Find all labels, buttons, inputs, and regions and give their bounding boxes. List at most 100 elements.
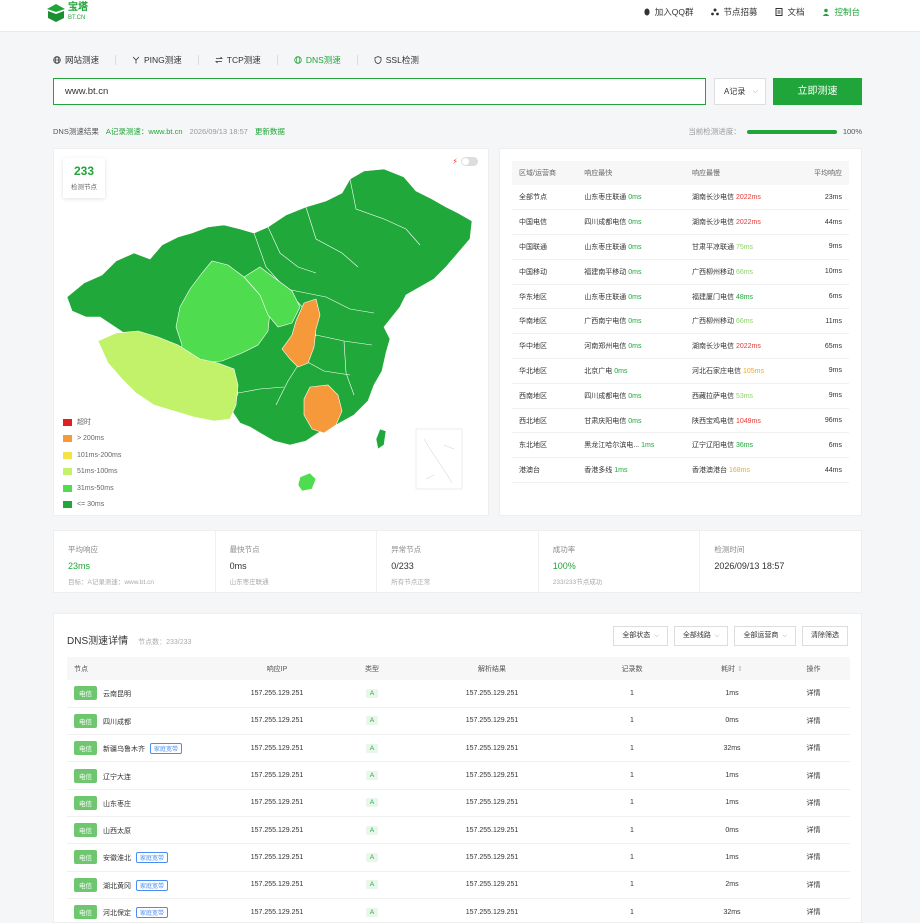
record-count: 1 (577, 789, 687, 817)
tab-dns[interactable]: DNS测速 (294, 53, 341, 67)
fastest-ms: 0ms (628, 268, 642, 276)
legend-item: <= 30ms (63, 497, 121, 514)
shield-icon (374, 56, 382, 64)
region-name: 华中地区 (512, 333, 578, 360)
region-row[interactable]: 华南地区 广西南宁电信 0ms 广西柳州移动 66ms 11ms (512, 308, 849, 335)
filter-label: 全部运营商 (743, 632, 779, 639)
details-link[interactable]: 详情 (777, 843, 850, 872)
nav-console-label: 控制台 (834, 7, 860, 17)
resolve-result: 157.255.129.251 (407, 898, 577, 923)
record-count: 1 (577, 871, 687, 899)
details-link[interactable]: 详情 (777, 789, 850, 817)
legend-swatch (63, 435, 72, 443)
region-row[interactable]: 港澳台 香港多线 1ms 香港澳港台 168ms 44ms (512, 457, 849, 484)
filter-status[interactable]: 全部状态 ⌵ (613, 626, 668, 646)
region-row[interactable]: 东北地区 黑龙江哈尔滨电... 1ms 辽宁辽阳电信 36ms 6ms (512, 432, 849, 459)
details-link[interactable]: 详情 (777, 816, 850, 845)
record-type-badge: A (365, 880, 379, 890)
slowest-cell: 广西柳州移动 66ms (684, 308, 796, 335)
resolve-result: 157.255.129.251 (407, 843, 577, 872)
col-time[interactable]: 耗时 ⇕ (687, 657, 777, 680)
broadband-tag: 家庭宽带 (136, 852, 169, 864)
network-icon (711, 8, 720, 16)
map-region-taiwan[interactable] (375, 428, 387, 450)
filter-line[interactable]: 全部线路 ⌵ (673, 626, 729, 646)
slowest-node: 西藏拉萨电信 (691, 392, 734, 400)
domain-input[interactable]: www.bt.cn (53, 78, 706, 105)
region-row[interactable]: 西北地区 甘肃庆阳电信 0ms 陕西宝鸡电信 1049ms 96ms (512, 408, 849, 434)
filter-isp[interactable]: 全部运营商 ⌵ (734, 626, 796, 646)
details-link[interactable]: 详情 (777, 898, 850, 923)
slowest-ms: 53ms (735, 392, 754, 400)
clear-filter-button[interactable]: 清除筛选 (802, 626, 848, 646)
isp-badge: 电信 (74, 850, 97, 865)
details-link[interactable]: 详情 (777, 707, 850, 736)
progress-area: 当前检测进度： 100% (688, 126, 862, 137)
response-ip: 157.255.129.251 (217, 898, 337, 923)
col-fastest: 响应最快 (577, 161, 685, 185)
details-link[interactable]: 详情 (777, 734, 850, 763)
region-name: 华东地区 (512, 284, 578, 310)
sort-icon[interactable]: ⇕ (737, 666, 743, 673)
record-type-badge: A (365, 716, 379, 726)
details-link[interactable]: 详情 (777, 761, 850, 790)
stat-fastest-node: 最快节点 0ms 山东枣庄联通 (216, 531, 378, 592)
tab-label: SSL检测 (385, 55, 419, 65)
col-region: 区域/运营商 (512, 161, 578, 185)
slowest-node: 湖南长沙电信 (691, 343, 734, 351)
fastest-ms: 0ms (628, 293, 642, 301)
legend-label: 超时 (77, 419, 91, 427)
region-row[interactable]: 华中地区 河南郑州电信 0ms 湖南长沙电信 2022ms 65ms (512, 333, 849, 360)
resolve-result: 157.255.129.251 (407, 816, 577, 845)
map-region-hainan[interactable] (297, 472, 317, 492)
region-row[interactable]: 西南地区 四川成都电信 0ms 西藏拉萨电信 53ms 9ms (512, 383, 849, 409)
region-row[interactable]: 中国电信 四川成都电信 0ms 湖南长沙电信 2022ms 44ms (512, 209, 849, 236)
toggle-switch[interactable] (461, 157, 478, 166)
nav-node-recruit[interactable]: 节点招募 (711, 6, 757, 18)
table-row: 电信 四川成都 157.255.129.251 A 157.255.129.251 1 0m… (67, 707, 850, 736)
region-row[interactable]: 全部节点 山东枣庄联通 0ms 湖南长沙电信 2022ms 23ms (512, 185, 849, 211)
isp-badge: 电信 (74, 905, 97, 920)
legend-item: 超时 (63, 414, 121, 431)
fastest-node: 福建南平移动 (584, 268, 627, 276)
nav-docs[interactable]: 文档 (775, 6, 804, 18)
type-cell: A (337, 843, 407, 872)
tab-tcp[interactable]: TCP测速 (214, 53, 261, 67)
region-row[interactable]: 中国联通 山东枣庄联通 0ms 甘肃平凉联通 75ms 9ms (512, 234, 849, 260)
average-ms: 44ms (795, 209, 849, 236)
record-type-badge: A (365, 798, 379, 808)
logo-sub: BT.CN (68, 15, 86, 21)
stat-value: 2026/09/13 18:57 (714, 561, 785, 571)
resolve-result: 157.255.129.251 (407, 761, 577, 790)
nav-console[interactable]: 控制台 (822, 6, 860, 18)
map-mode-toggle[interactable]: ⚡ (452, 157, 478, 166)
region-name: 华南地区 (512, 308, 578, 335)
tab-ssl[interactable]: SSL检测 (374, 53, 419, 67)
details-link[interactable]: 详情 (777, 680, 850, 708)
legend-label: 51ms-100ms (77, 468, 118, 476)
tab-website-speed[interactable]: 网站测速 (53, 53, 99, 67)
slowest-ms: 2022ms (735, 219, 761, 227)
logo[interactable]: 宝塔 BT.CN (46, 3, 88, 23)
col-type: 类型 (337, 657, 407, 680)
record-count: 1 (577, 816, 687, 845)
start-test-button[interactable]: 立即测速 (773, 78, 862, 105)
record-type-select[interactable]: A记录 ⌵ (714, 78, 766, 105)
node-cell: 电信 新疆乌鲁木齐 家庭宽带 (67, 734, 217, 763)
tab-ping[interactable]: PING测速 (132, 53, 182, 67)
fastest-node: 黑龙江哈尔滨电... (584, 442, 640, 450)
nav-qq-group[interactable]: 加入QQ群 (643, 6, 693, 18)
type-cell: A (337, 761, 407, 790)
region-row[interactable]: 中国移动 福建南平移动 0ms 广西柳州移动 66ms 10ms (512, 259, 849, 285)
fastest-cell: 福建南平移动 0ms (577, 259, 685, 285)
region-row[interactable]: 华北地区 北京广电 0ms 河北石家庄电信 105ms 9ms (512, 358, 849, 384)
details-link[interactable]: 详情 (777, 871, 850, 899)
region-row[interactable]: 华东地区 山东枣庄联通 0ms 福建厦门电信 48ms 6ms (512, 284, 849, 310)
progress-fill (746, 129, 837, 134)
refresh-link[interactable]: 更新数据 (255, 126, 285, 137)
response-ip: 157.255.129.251 (217, 816, 337, 845)
average-ms: 6ms (795, 284, 849, 310)
qq-icon (644, 8, 650, 16)
result-time: 2026/09/13 18:57 (189, 126, 248, 136)
slowest-cell: 甘肃平凉联通 75ms (684, 234, 796, 260)
